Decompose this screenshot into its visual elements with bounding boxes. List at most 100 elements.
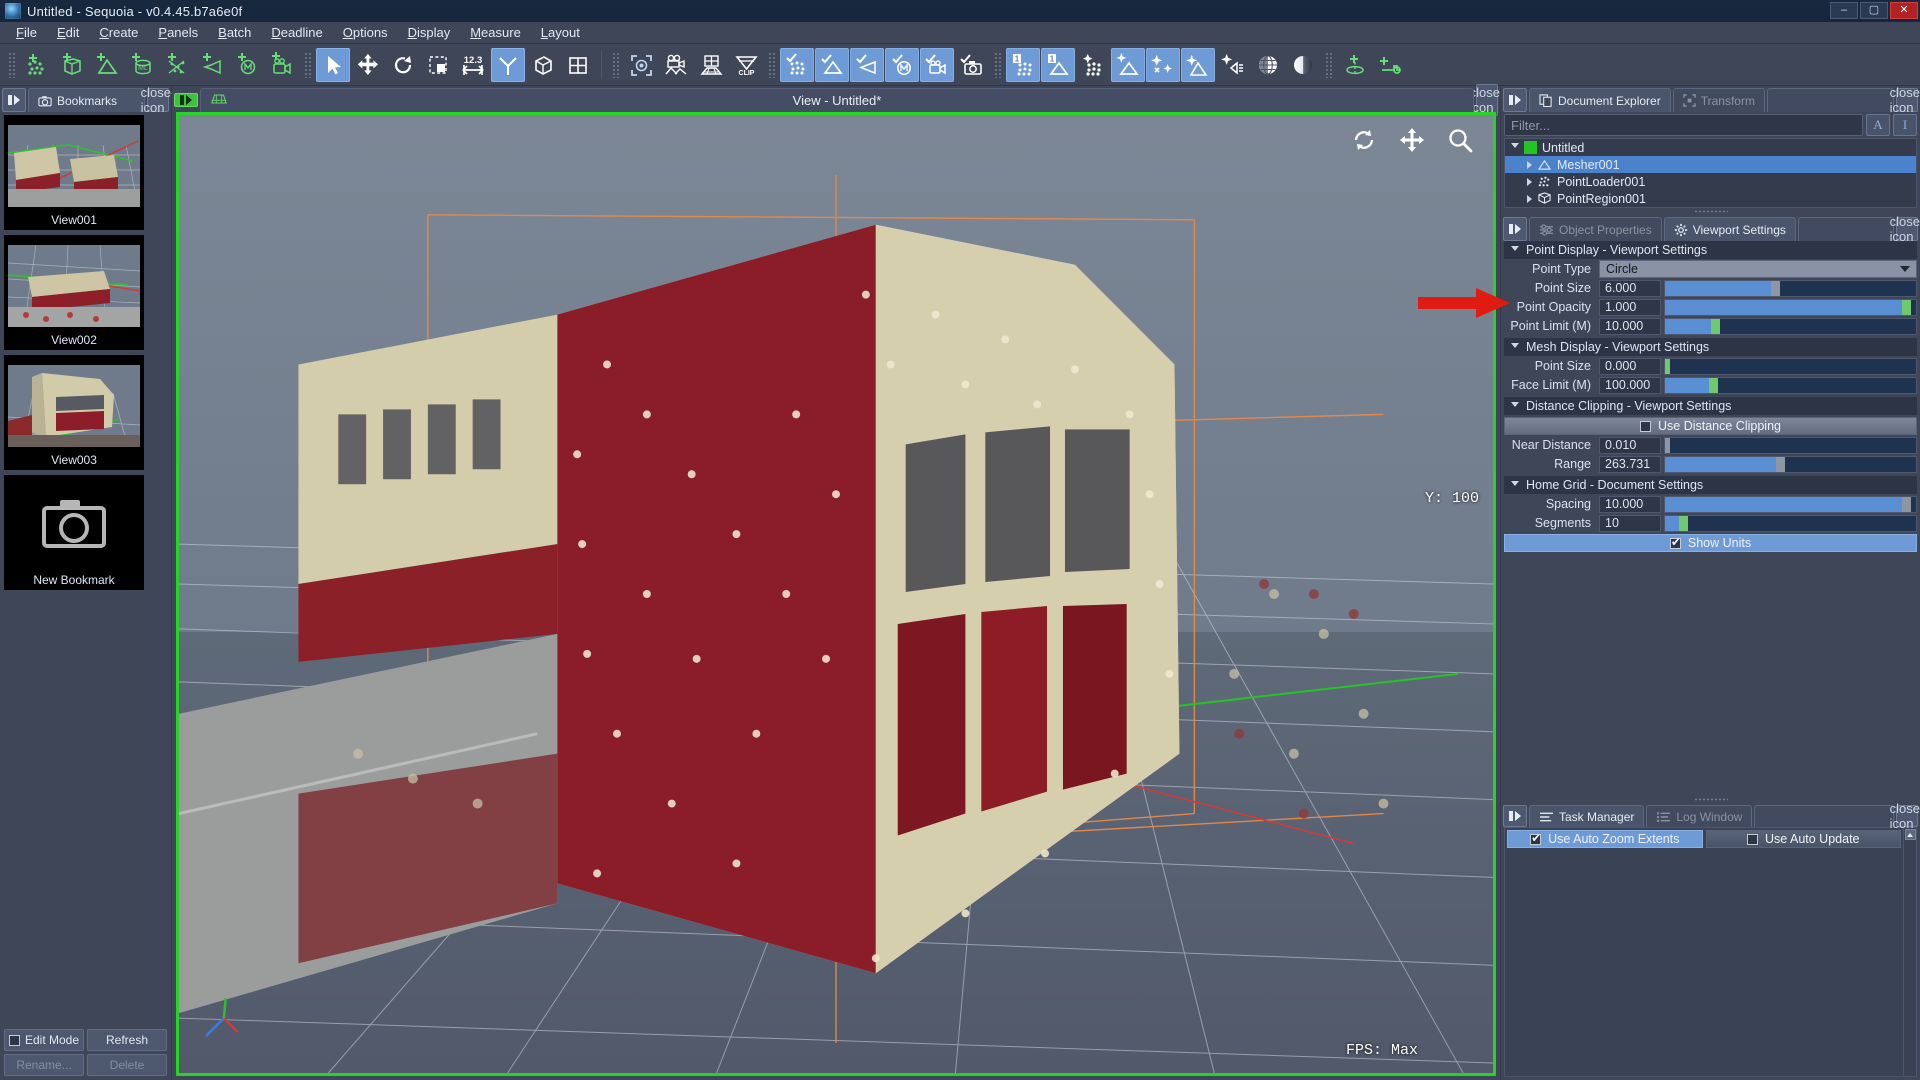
menu-item-create[interactable]: Create [89, 23, 148, 42]
tree-expand-arrow-icon[interactable] [1527, 160, 1532, 169]
auto-update-checkbox[interactable] [1746, 833, 1758, 845]
tree-expand-arrow-icon[interactable] [1527, 194, 1532, 203]
tree-expand-arrow-icon[interactable] [1511, 143, 1519, 152]
section-header[interactable]: Point Display - Viewport Settings [1504, 241, 1917, 259]
toolbar-clip-icon[interactable]: CLIP [729, 48, 763, 82]
tab-task-manager[interactable]: Task Manager [1529, 805, 1645, 827]
property-value[interactable]: 0.000 [1599, 357, 1661, 375]
task-manager-close-icon[interactable]: close-icon [1890, 801, 1920, 831]
toolbar-check-camera-icon[interactable] [920, 47, 954, 82]
panel-splitter-top[interactable] [1501, 208, 1920, 215]
tree-expand-arrow-icon[interactable] [1527, 177, 1532, 186]
tab-document-explorer[interactable]: Document Explorer [1529, 88, 1671, 112]
toolbar-add-camera-icon[interactable] [265, 48, 299, 82]
toolbar-box-icon[interactable] [526, 48, 560, 82]
tree-item-pointregion001[interactable]: PointRegion001 [1505, 190, 1916, 207]
tab-viewport-settings[interactable]: Viewport Settings [1663, 217, 1796, 241]
toolbar-rotate-icon[interactable] [386, 48, 420, 82]
tab-bookmarks[interactable]: Bookmarks [28, 88, 145, 112]
property-value[interactable]: 10 [1599, 514, 1661, 532]
checkbox[interactable] [1640, 420, 1651, 432]
toolbar-add-point-region-icon[interactable] [55, 48, 89, 82]
tab-log-window[interactable]: Log Window [1646, 805, 1753, 827]
tab-transform[interactable]: Transform [1672, 88, 1765, 112]
checkbox[interactable] [1669, 535, 1681, 549]
point-type-dropdown[interactable]: Circle [1599, 260, 1917, 278]
toggle-show-units[interactable]: Show Units [1504, 534, 1917, 552]
toolbar-measure-icon[interactable]: 12.3 [456, 48, 490, 82]
bookmark-item[interactable]: View003 [4, 355, 144, 470]
pan-icon[interactable] [1399, 127, 1425, 153]
edit-mode-toggle[interactable]: Edit Mode [4, 1029, 84, 1051]
toolbar-add-point-cloud-icon[interactable] [20, 48, 54, 82]
menu-item-batch[interactable]: Batch [208, 23, 261, 42]
toolbar-add-mesher-icon[interactable] [90, 48, 124, 82]
document-explorer-close-icon[interactable]: close-icon [1890, 85, 1920, 115]
menu-item-layout[interactable]: Layout [531, 23, 590, 42]
toggle-use-distance-clipping[interactable]: Use Distance Clipping [1504, 417, 1917, 435]
toolbar-grip[interactable] [304, 51, 311, 78]
bookmarks-close-icon[interactable]: close-icon [141, 85, 176, 115]
toolbar-star-particles-icon[interactable] [1146, 47, 1180, 82]
section-header[interactable]: Mesh Display - Viewport Settings [1504, 338, 1917, 356]
orbit-icon[interactable] [1351, 127, 1377, 153]
toolbar-point-cloud-icon[interactable] [1076, 48, 1110, 82]
toolbar-camera-scene-icon[interactable] [659, 48, 693, 82]
section-collapse-icon[interactable] [1511, 342, 1519, 352]
tree-item-untitled[interactable]: Untitled [1505, 139, 1916, 156]
property-slider[interactable] [1664, 279, 1917, 297]
viewport-3d[interactable]: Y: 100 FPS: Max [176, 112, 1496, 1076]
menu-item-measure[interactable]: Measure [460, 23, 531, 42]
property-value[interactable]: 263.731 [1599, 455, 1661, 473]
toolbar-star-light-icon[interactable] [1216, 48, 1250, 82]
use-auto-update-button[interactable]: Use Auto Update [1705, 830, 1901, 848]
menu-item-display[interactable]: Display [398, 23, 461, 42]
toolbar-add-key-icon[interactable] [1372, 48, 1406, 82]
toolbar-numbered-point-cloud-icon[interactable]: 1 [1006, 47, 1040, 82]
scene-color-swatch[interactable] [1524, 141, 1537, 154]
properties-expander-icon[interactable] [1503, 217, 1527, 241]
menu-item-file[interactable]: File [6, 23, 47, 42]
close-button[interactable]: ✕ [1890, 2, 1918, 19]
property-slider[interactable] [1664, 455, 1917, 473]
toolbar-grip[interactable] [768, 51, 775, 78]
menu-item-panels[interactable]: Panels [148, 23, 208, 42]
bookmark-item[interactable]: View002 [4, 235, 144, 350]
viewport-title-bar[interactable]: View - Untitled* [200, 88, 1474, 112]
toolbar-grid-icon[interactable] [561, 48, 595, 82]
toolbar-move-icon[interactable] [351, 48, 385, 82]
tab-object-properties[interactable]: Object Properties [1529, 217, 1662, 241]
property-slider[interactable] [1664, 436, 1917, 454]
refresh-button[interactable]: Refresh [87, 1029, 167, 1051]
maximize-button[interactable]: ▢ [1860, 2, 1888, 19]
property-value[interactable]: 6.000 [1599, 279, 1661, 297]
task-manager-expander-icon[interactable] [1503, 805, 1527, 827]
toolbar-numbered-mesher-icon[interactable]: 1 [1041, 47, 1075, 82]
menu-item-edit[interactable]: Edit [47, 23, 89, 42]
toolbar-star-shading-icon[interactable] [1181, 47, 1215, 82]
auto-zoom-checkbox[interactable] [1530, 831, 1541, 845]
scroll-up-button[interactable] [1904, 829, 1916, 840]
menu-item-deadline[interactable]: Deadline [261, 23, 332, 42]
property-slider[interactable] [1664, 376, 1917, 394]
toolbar-add-modifier-icon[interactable] [230, 48, 264, 82]
filter-input[interactable]: Filter... [1504, 114, 1863, 136]
toolbar-check-modifier-icon[interactable] [885, 47, 919, 82]
property-value[interactable]: 10.000 [1599, 495, 1661, 513]
toolbar-axis-tripod-icon[interactable] [491, 47, 525, 82]
section-collapse-icon[interactable] [1511, 401, 1519, 411]
toolbar-add-ml-database-icon[interactable]: ML [125, 48, 159, 82]
text-filter-I-icon[interactable]: I [1893, 114, 1917, 136]
viewport-expander-icon[interactable] [174, 93, 198, 107]
property-slider[interactable] [1664, 357, 1917, 375]
toolbar-grip[interactable] [994, 51, 1001, 78]
toolbar-grip[interactable] [612, 51, 619, 78]
property-slider[interactable] [1664, 317, 1917, 335]
toolbar-check-point-cloud-icon[interactable] [780, 47, 814, 82]
match-case-A-icon[interactable]: A [1866, 114, 1890, 136]
toolbar-check-light-icon[interactable] [850, 47, 884, 82]
toolbar-zoom-extents-icon[interactable] [624, 48, 658, 82]
property-slider[interactable] [1664, 495, 1917, 513]
toolbar-select-arrow-icon[interactable] [316, 47, 350, 82]
bookmark-item[interactable]: View001 [4, 115, 144, 230]
